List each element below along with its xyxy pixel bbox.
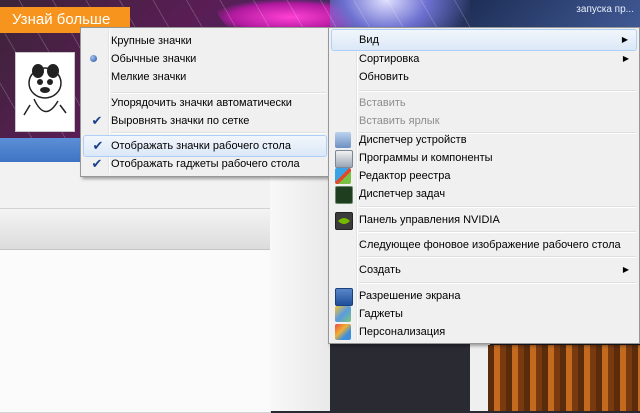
menu-item-label: Создать <box>359 264 401 276</box>
menu-item-small-icons[interactable]: Мелкие значки <box>83 66 327 88</box>
menu-separator <box>359 231 636 233</box>
menu-item-label: Сортировка <box>359 53 420 65</box>
registry-editor-icon <box>335 168 351 184</box>
window-panel <box>0 208 271 413</box>
menu-item-label: Программы и компоненты <box>359 152 493 164</box>
menu-item-show-gadgets[interactable]: ✔ Отображать гаджеты рабочего стола <box>83 153 327 175</box>
menu-item-personalization[interactable]: Персонализация <box>331 321 637 343</box>
window-gap <box>270 170 330 411</box>
tray-text: запуска пр... <box>576 4 634 15</box>
menu-item-label: Мелкие значки <box>111 71 187 83</box>
personalization-icon <box>335 324 351 340</box>
menu-item-label: Диспетчер задач <box>359 188 446 200</box>
menu-separator <box>359 282 636 284</box>
menu-item-label: Редактор реестра <box>359 170 451 182</box>
menu-item-label: Отображать гаджеты рабочего стола <box>111 158 300 170</box>
menu-separator <box>111 132 326 134</box>
panel-header <box>0 209 270 250</box>
desktop-context-menu: Вид ▶ Сортировка ▶ Обновить Вставить Вст… <box>328 27 640 344</box>
menu-item-label: Вид <box>359 34 379 46</box>
menu-item-label: Гаджеты <box>359 308 403 320</box>
check-icon: ✔ <box>91 113 103 128</box>
check-icon: ✔ <box>91 156 103 171</box>
menu-item-align-grid[interactable]: ✔ Выровнять значки по сетке <box>83 110 327 132</box>
menu-item-label: Выровнять значки по сетке <box>111 115 250 127</box>
radio-bullet-icon <box>90 55 97 62</box>
menu-item-label: Диспетчер устройств <box>359 134 467 146</box>
menu-item-label: Обычные значки <box>111 53 197 65</box>
menu-item-nvidia-panel[interactable]: Панель управления NVIDIA <box>331 209 637 231</box>
nvidia-eye-icon <box>338 218 350 224</box>
submenu-arrow-icon: ▶ <box>622 265 629 274</box>
menu-item-label: Вставить ярлык <box>359 115 440 127</box>
menu-item-task-manager[interactable]: Диспетчер задач <box>331 183 637 205</box>
menu-item-label: Упорядочить значки автоматически <box>111 97 292 109</box>
task-manager-icon <box>335 186 353 204</box>
menu-item-label: Следующее фоновое изображение рабочего с… <box>359 239 621 251</box>
cartoon-wolf-icon <box>23 64 67 116</box>
menu-item-label: Вставить <box>359 97 406 109</box>
menu-item-refresh[interactable]: Обновить <box>331 66 637 88</box>
menu-item-label: Крупные значки <box>111 35 192 47</box>
nvidia-icon <box>335 212 353 230</box>
menu-separator <box>359 206 636 208</box>
tray-notification[interactable]: запуска пр... <box>470 0 640 30</box>
menu-item-create[interactable]: Создать ▶ <box>331 259 637 281</box>
orange-wallpaper <box>488 345 640 411</box>
cartoon-thumbnail[interactable] <box>15 52 75 132</box>
menu-item-label: Панель управления NVIDIA <box>359 214 500 226</box>
menu-item-next-wallpaper[interactable]: Следующее фоновое изображение рабочего с… <box>331 234 637 256</box>
view-submenu: Крупные значки Обычные значки Мелкие зна… <box>80 27 330 177</box>
submenu-arrow-icon: ▶ <box>621 35 628 44</box>
menu-item-label: Отображать значки рабочего стола <box>111 140 291 152</box>
device-manager-icon <box>335 132 351 148</box>
menu-item-label: Разрешение экрана <box>359 290 461 302</box>
gadgets-icon <box>335 306 351 322</box>
menu-item-label: Обновить <box>359 71 409 83</box>
menu-separator <box>359 256 636 258</box>
menu-item-label: Персонализация <box>359 326 446 338</box>
